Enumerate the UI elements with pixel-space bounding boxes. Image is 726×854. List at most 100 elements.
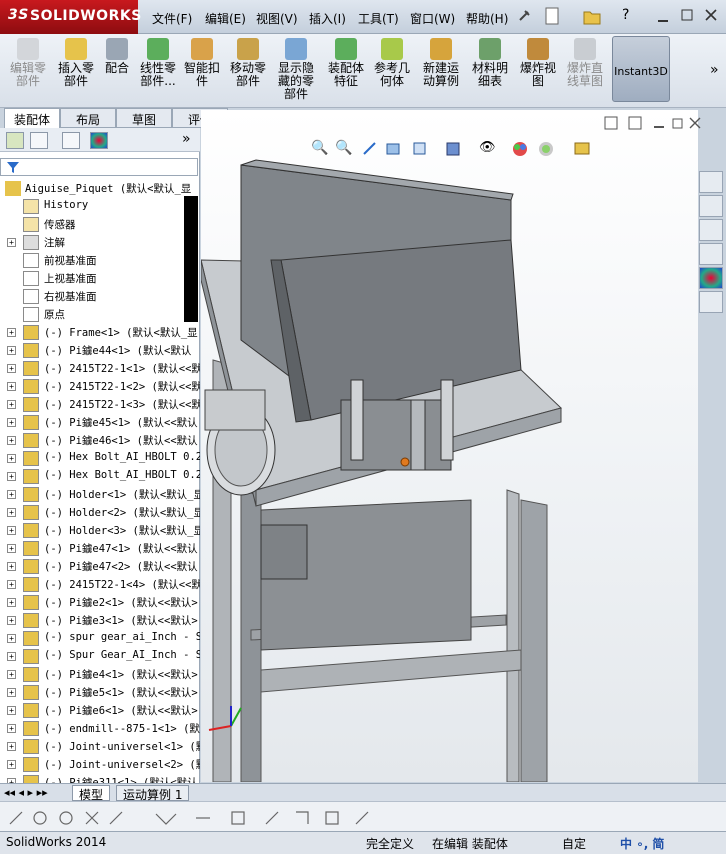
menu-window[interactable]: 窗口(W) bbox=[410, 10, 455, 27]
expand-icon[interactable]: + bbox=[7, 634, 16, 643]
expand-icon[interactable]: + bbox=[7, 688, 16, 697]
menu-file[interactable]: 文件(F) bbox=[152, 10, 192, 27]
tree-feature-item[interactable]: 传感器 bbox=[0, 216, 200, 234]
tree-feature-item[interactable]: 原点 bbox=[0, 306, 200, 324]
instant3d-button[interactable]: Instant3D bbox=[612, 36, 670, 102]
tree-component-item[interactable]: + (-) endmill--875-1<1> (默认 bbox=[0, 720, 200, 738]
tree-component-item[interactable]: + (-) Pi鐪e44<1> (默认<默认 bbox=[0, 342, 200, 360]
tree-component-item[interactable]: + (-) Joint-universel<1> (默 bbox=[0, 738, 200, 756]
appearances-icon[interactable] bbox=[699, 267, 723, 289]
expand-icon[interactable]: + bbox=[7, 454, 16, 463]
expand-icon[interactable]: + bbox=[7, 328, 16, 337]
expand-icon[interactable]: + bbox=[7, 706, 16, 715]
expand-icon[interactable]: + bbox=[7, 364, 16, 373]
insert-component-button[interactable]: 插入零 部件 bbox=[54, 38, 98, 88]
status-custom[interactable]: 自定 bbox=[562, 835, 586, 852]
reference-geometry-button[interactable]: 参考几 何体 bbox=[370, 38, 414, 88]
restore-icon[interactable] bbox=[680, 8, 694, 22]
tree-component-item[interactable]: + (-) 2415T22-1<2> (默认<<默 bbox=[0, 378, 200, 396]
menu-tools[interactable]: 工具(T) bbox=[358, 10, 399, 27]
open-folder-icon[interactable] bbox=[582, 6, 602, 26]
tree-component-item[interactable]: + (-) Hex Bolt_AI_HBOLT 0.25 bbox=[0, 450, 200, 468]
close-icon[interactable] bbox=[704, 8, 718, 22]
expand-icon[interactable]: + bbox=[7, 562, 16, 571]
tree-component-item[interactable]: + (-) Pi鐪e46<1> (默认<<默认 bbox=[0, 432, 200, 450]
tab-layout[interactable]: 布局 bbox=[60, 108, 116, 128]
custom-properties-icon[interactable] bbox=[699, 291, 723, 313]
menu-insert[interactable]: 插入(I) bbox=[309, 10, 346, 27]
property-manager-icon[interactable] bbox=[30, 132, 48, 149]
tree-root[interactable]: Aiguise_Piquet (默认<默认_显 bbox=[0, 180, 200, 198]
expand-icon[interactable]: + bbox=[7, 346, 16, 355]
menu-view[interactable]: 视图(V) bbox=[256, 10, 298, 27]
expand-icon[interactable]: + bbox=[7, 238, 16, 247]
expand-icon[interactable]: + bbox=[7, 400, 16, 409]
tree-component-item[interactable]: + (-) Pi鐪e6<1> (默认<<默认> bbox=[0, 702, 200, 720]
file-explorer-icon[interactable] bbox=[699, 219, 723, 241]
tree-feature-item[interactable]: 上视基准面 bbox=[0, 270, 200, 288]
expand-icon[interactable]: + bbox=[7, 760, 16, 769]
tree-component-item[interactable]: + (-) 2415T22-1<4> (默认<<默 bbox=[0, 576, 200, 594]
expand-icon[interactable]: + bbox=[7, 580, 16, 589]
configuration-manager-icon[interactable] bbox=[62, 132, 80, 149]
tree-feature-item[interactable]: History bbox=[0, 198, 200, 216]
smart-fasteners-button[interactable]: 智能扣 件 bbox=[182, 38, 222, 88]
minimize-icon[interactable] bbox=[656, 10, 670, 24]
tree-filter[interactable] bbox=[0, 158, 198, 176]
tree-component-item[interactable]: + (-) Holder<3> (默认<默认_显 bbox=[0, 522, 200, 540]
expand-icon[interactable]: + bbox=[7, 598, 16, 607]
graphics-area[interactable]: 🔍 🔍 👁 bbox=[201, 110, 701, 782]
tab-scroll-arrows[interactable]: ◂◂ ◂ ▸ ▸▸ bbox=[4, 786, 48, 799]
expand-icon[interactable]: + bbox=[7, 544, 16, 553]
tree-component-item[interactable]: + (-) Hex Bolt_AI_HBOLT 0.25 bbox=[0, 468, 200, 486]
bill-of-materials-button[interactable]: 材料明 细表 bbox=[468, 38, 512, 88]
feature-tree-icon[interactable] bbox=[6, 132, 24, 149]
menu-edit[interactable]: 编辑(E) bbox=[205, 10, 246, 27]
help-icon[interactable]: ? bbox=[622, 7, 629, 23]
tree-component-item[interactable]: + (-) Joint-universel<2> (默 bbox=[0, 756, 200, 774]
expand-icon[interactable]: + bbox=[7, 526, 16, 535]
tree-component-item[interactable]: + (-) Pi鐪e45<1> (默认<<默认 bbox=[0, 414, 200, 432]
expand-icon[interactable]: + bbox=[7, 724, 16, 733]
menu-help[interactable]: 帮助(H) bbox=[466, 10, 508, 27]
tree-component-item[interactable]: + (-) Pi鐪e5<1> (默认<<默认> bbox=[0, 684, 200, 702]
tab-sketch[interactable]: 草图 bbox=[116, 108, 172, 128]
expand-icon[interactable]: + bbox=[7, 382, 16, 391]
display-manager-icon[interactable] bbox=[90, 132, 108, 149]
toolbar-overflow-icon[interactable]: » bbox=[710, 62, 719, 78]
tab-motion-study[interactable]: 运动算例 1 bbox=[116, 785, 190, 802]
show-hidden-components-button[interactable]: 显示隐 藏的零 部件 bbox=[274, 38, 318, 101]
tree-feature-item[interactable]: 前视基准面 bbox=[0, 252, 200, 270]
mate-button[interactable]: 配合 bbox=[100, 38, 134, 75]
exploded-view-button[interactable]: 爆炸视 图 bbox=[516, 38, 560, 88]
edit-component-button[interactable]: 编辑零 部件 bbox=[6, 38, 50, 88]
linear-pattern-button[interactable]: 线性零 部件... bbox=[136, 38, 180, 88]
expand-icon[interactable]: + bbox=[7, 670, 16, 679]
tree-component-item[interactable]: + (-) Spur Gear_AI_Inch - Sp bbox=[0, 648, 200, 666]
tree-component-item[interactable]: + (-) Pi鐪e3<1> (默认<<默认> bbox=[0, 612, 200, 630]
tree-component-item[interactable]: + (-) Pi鐪e47<1> (默认<<默认 bbox=[0, 540, 200, 558]
expand-icon[interactable]: + bbox=[7, 616, 16, 625]
panel-expand-icon[interactable]: » bbox=[182, 131, 191, 147]
new-motion-study-button[interactable]: 新建运 动算例 bbox=[418, 38, 464, 88]
solidworks-resources-icon[interactable] bbox=[699, 171, 723, 193]
view-palette-icon[interactable] bbox=[699, 243, 723, 265]
tab-model[interactable]: 模型 bbox=[72, 785, 111, 802]
expand-icon[interactable]: + bbox=[7, 508, 16, 517]
expand-icon[interactable]: + bbox=[7, 436, 16, 445]
design-library-icon[interactable] bbox=[699, 195, 723, 217]
solidworks-logo[interactable]: 3S SOLIDWORKS bbox=[0, 0, 141, 34]
expand-icon[interactable]: + bbox=[7, 418, 16, 427]
tree-feature-item[interactable]: 右视基准面 bbox=[0, 288, 200, 306]
expand-icon[interactable]: + bbox=[7, 490, 16, 499]
tree-component-item[interactable]: + (-) Pi鐪e4<1> (默认<<默认> bbox=[0, 666, 200, 684]
tab-assembly[interactable]: 装配体 bbox=[4, 108, 60, 128]
explode-line-sketch-button[interactable]: 爆炸直 线草图 bbox=[562, 38, 608, 88]
tree-component-item[interactable]: + (-) 2415T22-1<3> (默认<<默 bbox=[0, 396, 200, 414]
tree-component-item[interactable]: + (-) Holder<1> (默认<默认_显 bbox=[0, 486, 200, 504]
tree-component-item[interactable]: + (-) Frame<1> (默认<默认_显 bbox=[0, 324, 200, 342]
ime-indicator[interactable]: 中 ∘, 简 bbox=[620, 835, 664, 852]
assembly-features-button[interactable]: 装配体 特征 bbox=[324, 38, 368, 88]
tree-component-item[interactable]: + (-) 2415T22-1<1> (默认<<默 bbox=[0, 360, 200, 378]
tree-component-item[interactable]: + (-) Pi鐪e47<2> (默认<<默认 bbox=[0, 558, 200, 576]
